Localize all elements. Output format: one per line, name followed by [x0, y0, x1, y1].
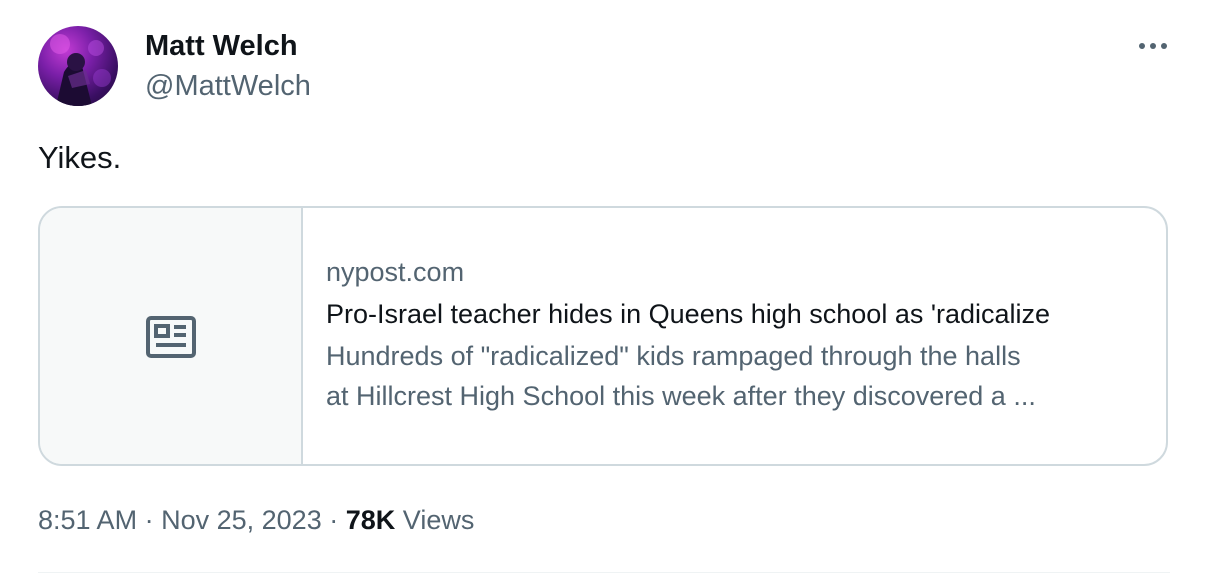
tweet-meta: 8:51 AM · Nov 25, 2023 · 78K Views [38, 502, 474, 538]
meta-separator: · [144, 505, 154, 535]
author-handle[interactable]: @MattWelch [145, 68, 311, 104]
news-article-icon [146, 316, 196, 358]
tweet-text: Yikes. [38, 140, 122, 175]
link-card-description-line: Hundreds of "radicalized" kids rampaged … [326, 341, 1021, 371]
link-card-domain: nypost.com [326, 257, 465, 287]
divider [38, 572, 1170, 573]
tweet-time[interactable]: 8:51 AM [38, 505, 137, 535]
meta-separator: · [329, 505, 339, 535]
views-count: 78K [345, 505, 396, 535]
link-card-description-line: at Hillcrest High School this week after… [326, 381, 1036, 411]
views-label: Views [402, 505, 475, 535]
more-horizontal-icon[interactable] [1136, 36, 1170, 56]
link-card-description: Hundreds of "radicalized" kids rampaged … [326, 336, 1148, 416]
link-card-media [40, 208, 303, 464]
tweet-date[interactable]: Nov 25, 2023 [161, 505, 322, 535]
tweet: Matt Welch @MattWelch Yikes. nypost.com … [0, 0, 1218, 584]
link-card[interactable]: nypost.com Pro-Israel teacher hides in Q… [38, 206, 1168, 466]
avatar-image [50, 34, 111, 106]
author-name[interactable]: Matt Welch [145, 28, 298, 64]
link-card-title: Pro-Israel teacher hides in Queens high … [326, 299, 1051, 329]
link-card-body: nypost.com Pro-Israel teacher hides in Q… [326, 252, 1146, 416]
avatar[interactable] [38, 26, 118, 106]
